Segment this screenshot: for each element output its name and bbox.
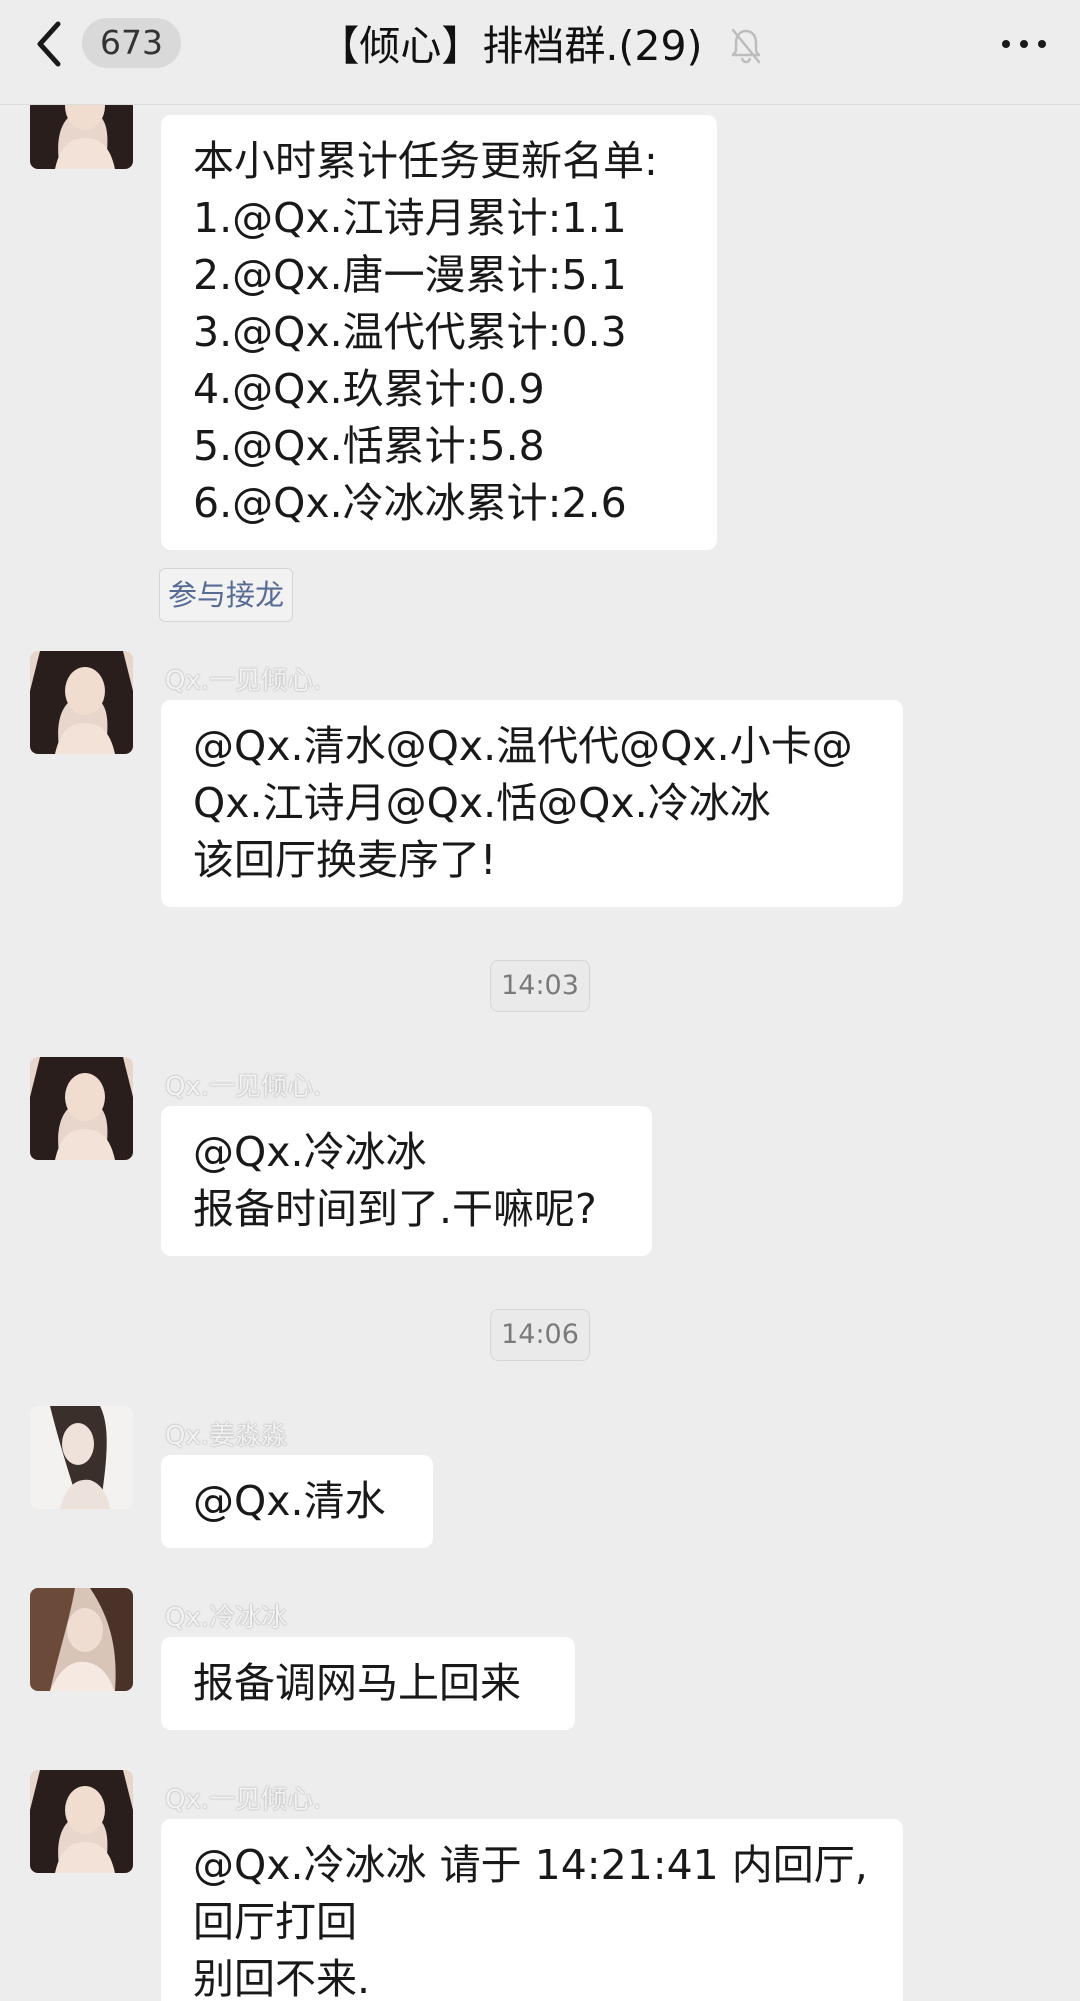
portrait-avatar-icon — [30, 1588, 133, 1691]
message-line: 3.@Qx.温代代累计:0.3 — [193, 308, 627, 356]
message-line: 别回不来. — [193, 1955, 371, 2001]
sender-name: Qx.一见倾心. — [165, 1785, 322, 1815]
avatar[interactable] — [30, 1770, 133, 1873]
avatar[interactable] — [30, 1057, 133, 1160]
message-line: 4.@Qx.玖累计:0.9 — [193, 365, 545, 413]
message-bubble[interactable]: @Qx.冷冰冰 请于 14:21:41 内回厅, 回厅打回 别回不来. — [161, 1819, 903, 2001]
message-line: @Qx.冷冰冰 请于 14:21:41 内回厅, — [193, 1841, 868, 1889]
message-line: Qx.江诗月@Qx.恬@Qx.冷冰冰 — [193, 779, 771, 827]
message-line: 该回厅换麦序了! — [193, 836, 497, 884]
more-button[interactable] — [994, 24, 1054, 64]
message-line: 回厅打回 — [193, 1898, 357, 1946]
portrait-avatar-icon — [30, 1057, 133, 1160]
join-chain-button[interactable]: 参与接龙 — [159, 568, 294, 622]
avatar[interactable] — [30, 1588, 133, 1691]
chat-header: 673 【倾心】排档群.(29) — [0, 0, 1080, 105]
sender-name: Qx.一见倾心. — [165, 666, 322, 696]
bell-off-icon — [731, 28, 760, 64]
message-bubble[interactable]: @Qx.清水@Qx.温代代@Qx.小卡@ Qx.江诗月@Qx.恬@Qx.冷冰冰 … — [161, 700, 903, 907]
message-bubble[interactable]: @Qx.清水 — [161, 1455, 433, 1548]
portrait-avatar-icon — [30, 1770, 133, 1873]
message-line: @Qx.冷冰冰 — [193, 1128, 427, 1176]
message-line: 1.@Qx.江诗月累计:1.1 — [193, 194, 627, 242]
more-dots-icon — [1002, 40, 1046, 48]
timestamp: 14:03 — [490, 960, 590, 1012]
message-bubble[interactable]: 报备调网马上回来 — [161, 1637, 575, 1730]
avatar[interactable] — [30, 651, 133, 754]
portrait-avatar-icon — [30, 651, 133, 754]
sender-name: Qx.姜淼淼 — [165, 1421, 288, 1451]
message-bubble[interactable]: 本小时累计任务更新名单: 1.@Qx.江诗月累计:1.1 2.@Qx.唐一漫累计… — [161, 115, 717, 550]
message-line: 本小时累计任务更新名单: — [193, 137, 658, 185]
chat-title: 【倾心】排档群.(29) — [318, 22, 703, 70]
message-line: 报备调网马上回来 — [193, 1659, 521, 1707]
chat-screen: 673 【倾心】排档群.(29) 本小时累计任务更新名单: 1.@Qx.江诗月累… — [0, 0, 1080, 2001]
sender-name: Qx.冷冰冰 — [165, 1603, 288, 1633]
title-wrap: 【倾心】排档群.(29) — [0, 16, 1080, 76]
message-bubble[interactable]: @Qx.冷冰冰 报备时间到了.干嘛呢? — [161, 1106, 652, 1256]
message-line: 5.@Qx.恬累计:5.8 — [193, 422, 545, 470]
message-line: @Qx.清水 — [193, 1477, 386, 1525]
message-line: 报备时间到了.干嘛呢? — [193, 1185, 597, 1233]
message-line: 2.@Qx.唐一漫累计:5.1 — [193, 251, 627, 299]
message-line: 6.@Qx.冷冰冰累计:2.6 — [193, 479, 627, 527]
message-line: @Qx.清水@Qx.温代代@Qx.小卡@ — [193, 722, 853, 770]
timestamp: 14:06 — [490, 1309, 590, 1361]
sender-name: Qx.一见倾心. — [165, 1072, 322, 1102]
portrait-avatar-icon — [30, 1406, 133, 1509]
avatar[interactable] — [30, 1406, 133, 1509]
